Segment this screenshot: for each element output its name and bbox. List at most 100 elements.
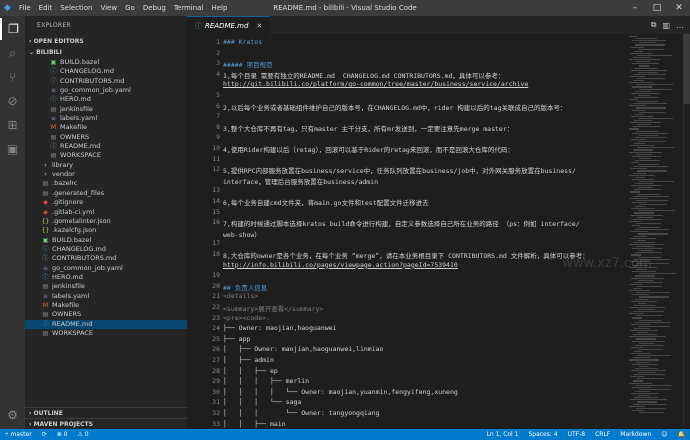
file-tree-item[interactable]: ▤ OWNERS bbox=[25, 310, 187, 319]
maximize-icon[interactable]: □ bbox=[646, 0, 668, 16]
file-tree-item[interactable]: ⓘ CONTRIBUTORS.md bbox=[25, 77, 187, 86]
file-tree-label: jenkinsfile bbox=[60, 104, 93, 113]
menu-go[interactable]: Go bbox=[121, 0, 139, 16]
sync-icon[interactable]: ⟳ bbox=[37, 429, 52, 440]
file-tree-item[interactable]: ⓘ CHANGELOG.md bbox=[25, 245, 187, 254]
minimap[interactable] bbox=[627, 34, 683, 429]
minimap-line bbox=[636, 384, 672, 386]
branch-indicator[interactable]: ⑂ master bbox=[0, 429, 37, 440]
file-tree-item[interactable]: ≡ go_common_job.yaml bbox=[25, 264, 187, 273]
warnings-count[interactable]: ⚠ 0 bbox=[72, 429, 93, 440]
line-number: 4 bbox=[216, 69, 220, 78]
file-tree-item[interactable]: › vendor bbox=[25, 170, 187, 179]
minimap-line bbox=[635, 44, 665, 46]
split-preview-icon[interactable]: ⧉ bbox=[651, 20, 657, 30]
file-tree-item[interactable]: ⓘ CHANGELOG.md bbox=[25, 67, 187, 76]
minimap-line bbox=[639, 273, 676, 275]
close-icon[interactable]: ✕ bbox=[668, 0, 690, 16]
minimize-icon[interactable]: – bbox=[624, 0, 646, 16]
file-tree-item[interactable]: ▤ .generated_files bbox=[25, 189, 187, 198]
indentation[interactable]: Spaces: 4 bbox=[523, 429, 562, 440]
files-icon[interactable]: ❐ bbox=[0, 18, 25, 40]
open-editors-section[interactable]: › OPEN EDITORS bbox=[25, 36, 187, 47]
scrollbar-thumb[interactable] bbox=[683, 34, 690, 104]
code-line: ## 负责人信息 bbox=[223, 283, 268, 292]
split-editor-icon[interactable]: ▥ bbox=[662, 21, 670, 30]
file-tree-item[interactable]: ◆ .gitlab-ci.yml bbox=[25, 208, 187, 217]
minimap-line bbox=[632, 225, 640, 227]
file-tree-item[interactable]: ▣ BUILD.bazel bbox=[25, 58, 187, 67]
code-line: │ │ ├── ep bbox=[223, 366, 278, 375]
file-file-icon: ▤ bbox=[50, 133, 57, 141]
file-tree-label: .kazelcfg.json bbox=[52, 226, 97, 235]
branch-label: master bbox=[10, 431, 32, 438]
file-tree-item[interactable]: ≡ go_common_job.yaml bbox=[25, 86, 187, 95]
root-folder-section[interactable]: ⌄ BILIBILI bbox=[25, 47, 187, 58]
tab-close-icon[interactable]: ✕ bbox=[256, 17, 262, 35]
search-icon[interactable]: ⌕ bbox=[0, 42, 25, 64]
minimap-line bbox=[637, 147, 674, 149]
file-tree-item[interactable]: M Makefile bbox=[25, 301, 187, 310]
minimap-line bbox=[630, 353, 651, 355]
menu-edit[interactable]: Edit bbox=[35, 0, 57, 16]
source-control-icon[interactable]: ⑂ bbox=[0, 66, 25, 88]
line-number: 13 bbox=[212, 186, 220, 195]
bell-icon[interactable]: 🔔 bbox=[673, 429, 690, 440]
encoding[interactable]: UTF-8 bbox=[563, 429, 591, 440]
file-tree-item[interactable]: ⓘ CONTRIBUTORS.md bbox=[25, 254, 187, 263]
file-tree-item[interactable]: ▣ BUILD.bazel bbox=[25, 236, 187, 245]
minimap-line bbox=[629, 151, 662, 153]
bazel-file-icon: ▣ bbox=[42, 236, 49, 244]
minimap-line bbox=[636, 38, 657, 40]
minimap-line bbox=[638, 117, 673, 120]
file-tree-item[interactable]: ⓘ HERO.md bbox=[25, 273, 187, 282]
errors-count[interactable]: ⊗ 0 bbox=[52, 429, 73, 440]
code-line: 4,使用Rider构建以后（retag），回滚可以基于Rider的retag来回… bbox=[223, 146, 514, 154]
minimap-line bbox=[633, 126, 660, 128]
feedback-icon[interactable]: ☺ bbox=[656, 429, 672, 440]
line-number: 20 bbox=[212, 281, 220, 290]
minimap-line bbox=[637, 170, 667, 172]
more-actions-icon[interactable]: … bbox=[676, 21, 684, 30]
file-tree-item[interactable]: ⓘ README.md bbox=[25, 142, 187, 151]
language-mode[interactable]: Markdown bbox=[615, 429, 656, 440]
menu-file[interactable]: File bbox=[15, 0, 35, 16]
menu-selection[interactable]: Selection bbox=[56, 0, 96, 16]
file-tree-item[interactable]: ⓘ HERO.md bbox=[25, 95, 187, 104]
file-tree-item[interactable]: › library bbox=[25, 161, 187, 170]
file-tree-item[interactable]: ≡ labels.yaml bbox=[25, 292, 187, 301]
minimap-line bbox=[632, 248, 663, 250]
extensions-icon[interactable]: ⊞ bbox=[0, 114, 25, 136]
menu-view[interactable]: View bbox=[96, 0, 121, 16]
file-tree-item[interactable]: ▤ jenkinsfile bbox=[25, 282, 187, 291]
tab-readme[interactable]: ⓘ README.md ✕ bbox=[187, 16, 271, 35]
file-tree-item[interactable]: ⓘ README.md bbox=[25, 319, 187, 329]
minimap-line bbox=[631, 277, 664, 279]
file-tree-item[interactable]: {} .gometalinter.json bbox=[25, 217, 187, 226]
file-tree-item[interactable]: ▤ .bazelrc bbox=[25, 179, 187, 188]
folder-file-icon: › bbox=[44, 161, 47, 169]
cursor-position[interactable]: Ln 1, Col 1 bbox=[482, 429, 524, 440]
file-tree-item[interactable]: ▤ WORKSPACE bbox=[25, 151, 187, 160]
file-tree-item[interactable]: ◆ .gitignore bbox=[25, 198, 187, 207]
file-tree-item[interactable]: ▤ OWNERS bbox=[25, 133, 187, 142]
file-tree-item[interactable]: ▤ WORKSPACE bbox=[25, 329, 187, 338]
gear-icon[interactable]: ⚙ bbox=[0, 404, 25, 426]
file-tree-item[interactable]: ▤ jenkinsfile bbox=[25, 105, 187, 114]
file-tree-item[interactable]: {} .kazelcfg.json bbox=[25, 226, 187, 235]
menu-debug[interactable]: Debug bbox=[139, 0, 170, 16]
minimap-line bbox=[633, 80, 644, 82]
remote-icon[interactable]: ▣ bbox=[0, 138, 25, 160]
minimap-line bbox=[629, 59, 660, 61]
line-ending[interactable]: CRLF bbox=[590, 429, 615, 440]
minimap-line bbox=[634, 96, 659, 99]
file-tree-item[interactable]: M Makefile bbox=[25, 123, 187, 132]
maven-section[interactable]: › MAVEN PROJECTS bbox=[25, 418, 187, 429]
file-tree-item[interactable]: ≡ labels.yaml bbox=[25, 114, 187, 123]
menu-help[interactable]: Help bbox=[207, 0, 231, 16]
debug-icon[interactable]: ⊘ bbox=[0, 90, 25, 112]
code-view[interactable]: 1 ### Kratos 2 3 ##### 项目规范 4 1,每个目录 需要有独立的REA… bbox=[187, 34, 627, 429]
outline-section[interactable]: › OUTLINE bbox=[25, 407, 187, 418]
minimap-line bbox=[630, 75, 645, 78]
menu-terminal[interactable]: Terminal bbox=[170, 0, 208, 16]
